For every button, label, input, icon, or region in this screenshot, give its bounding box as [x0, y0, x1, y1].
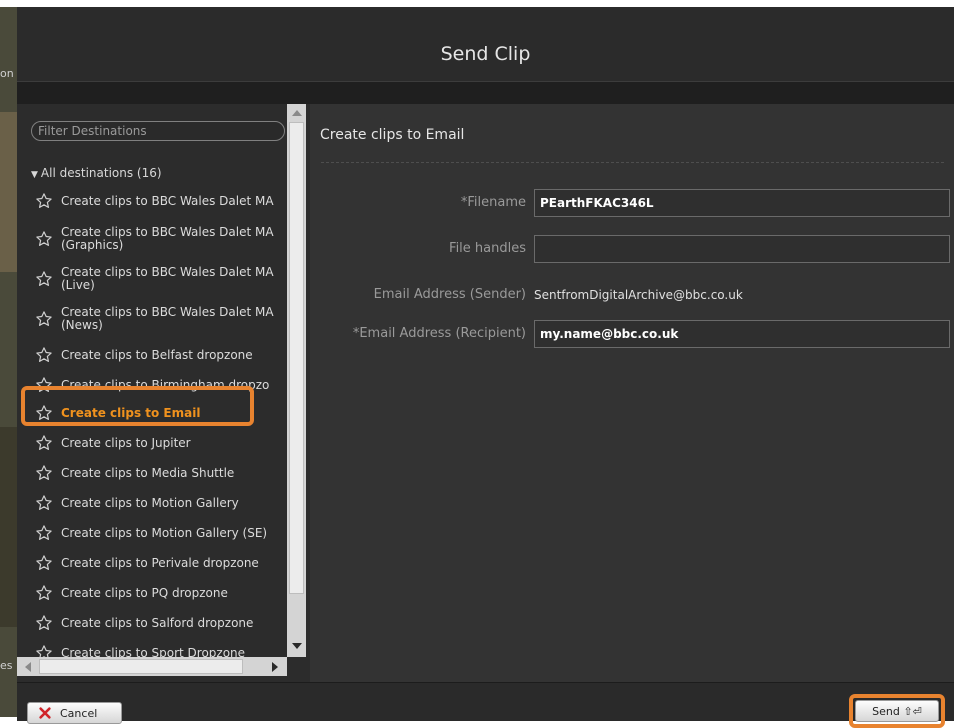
background-app-area: on es — [0, 7, 17, 717]
destination-item[interactable]: Create clips to BBC Wales Dalet MA (Grap… — [35, 222, 287, 256]
scrollbar-thumb[interactable] — [39, 659, 243, 674]
cancel-label: Cancel — [60, 706, 98, 720]
scroll-down-arrow-icon[interactable] — [292, 643, 302, 649]
destination-label: Create clips to BBC Wales Dalet MA (News… — [61, 306, 274, 332]
send-button[interactable]: Send ⇧⏎ — [855, 700, 939, 722]
star-icon[interactable] — [35, 310, 53, 328]
scroll-up-arrow-icon[interactable] — [292, 110, 302, 116]
destinations-panel: Filter Destinations ▼ All destinations (1… — [17, 104, 306, 682]
dialog-title: Send Clip — [440, 43, 531, 65]
destination-label: Create clips to Sport Dropzone — [61, 646, 246, 658]
destination-item[interactable]: Create clips to Jupiter — [35, 429, 287, 457]
destination-form-panel: Create clips to Email *Filename PEarthFK… — [310, 104, 954, 682]
destination-item[interactable]: Create clips to BBC Wales Dalet MA — [35, 186, 287, 216]
star-icon[interactable] — [35, 230, 53, 248]
cancel-button[interactable]: Cancel — [27, 702, 122, 724]
star-icon[interactable] — [35, 434, 53, 452]
background-photo — [0, 112, 17, 272]
scroll-left-arrow-icon[interactable] — [25, 662, 31, 672]
toolbar-strip — [17, 82, 954, 104]
star-icon[interactable] — [35, 192, 53, 210]
send-clip-dialog: Send Clip Filter Destinations ▼ All desti… — [17, 7, 954, 728]
background-photo — [0, 427, 17, 627]
destination-label: Create clips to Salford dropzone — [61, 616, 254, 630]
filename-label: *Filename — [460, 195, 526, 210]
destination-label: Create clips to PQ dropzone — [61, 586, 228, 600]
destination-item[interactable]: Create clips to BBC Wales Dalet MA (Live… — [35, 262, 287, 296]
sender-email-value: SentfromDigitalArchive@bbc.co.uk — [534, 288, 743, 302]
destination-label: Create clips to Motion Gallery — [61, 496, 239, 510]
star-icon[interactable] — [35, 644, 53, 657]
star-icon[interactable] — [35, 346, 53, 364]
star-icon[interactable] — [35, 614, 53, 632]
destination-item[interactable]: Create clips to Media Shuttle — [35, 459, 287, 487]
destination-label: Create clips to BBC Wales Dalet MA (Grap… — [61, 226, 274, 252]
destination-item[interactable]: Create clips to Sport Dropzone — [35, 639, 287, 657]
destination-label: Create clips to Belfast dropzone — [61, 348, 253, 362]
destination-item[interactable]: Create clips to Salford dropzone — [35, 609, 287, 637]
star-icon[interactable] — [35, 524, 53, 542]
background-text: es — [0, 659, 13, 672]
destination-item[interactable]: Create clips to PQ dropzone — [35, 579, 287, 607]
recipient-email-label: *Email Address (Recipient) — [352, 326, 526, 341]
filter-destinations-input[interactable]: Filter Destinations — [31, 121, 285, 141]
destination-item[interactable]: Create clips to BBC Wales Dalet MA (News… — [35, 302, 287, 336]
background-text: on — [0, 67, 14, 80]
star-icon[interactable] — [35, 270, 53, 288]
destination-label: Create clips to BBC Wales Dalet MA — [61, 194, 274, 208]
destination-item[interactable]: Create clips to Belfast dropzone — [35, 341, 287, 369]
dialog-footer: Cancel Send ⇧⏎ — [17, 682, 954, 728]
scrollbar-thumb[interactable] — [289, 122, 304, 594]
file-handles-label: File handles — [449, 241, 526, 256]
selection-highlight-box — [21, 386, 254, 426]
scroll-right-arrow-icon[interactable] — [272, 662, 278, 672]
destination-label: Create clips to Media Shuttle — [61, 466, 235, 480]
sender-email-label: Email Address (Sender) — [373, 287, 526, 302]
destination-label: Create clips to Perivale dropzone — [61, 556, 259, 570]
star-icon[interactable] — [35, 584, 53, 602]
all-destinations-label: All destinations (16) — [40, 166, 162, 180]
recipient-email-field[interactable]: my.name@bbc.co.uk — [534, 320, 950, 348]
divider — [321, 162, 944, 163]
horizontal-scrollbar[interactable] — [17, 657, 287, 676]
file-handles-field[interactable] — [534, 235, 950, 263]
destination-label: Create clips to BBC Wales Dalet MA (Live… — [61, 266, 274, 292]
destination-label: Create clips to Motion Gallery (SE) — [61, 526, 268, 540]
section-title: Create clips to Email — [320, 127, 465, 143]
vertical-scrollbar[interactable] — [287, 104, 306, 657]
destination-item[interactable]: Create clips to Motion Gallery (SE) — [35, 519, 287, 547]
dialog-title-bar: Send Clip — [17, 7, 954, 82]
destination-item[interactable]: Create clips to Motion Gallery — [35, 489, 287, 517]
filename-field[interactable]: PEarthFKAC346L — [534, 189, 950, 217]
destination-item[interactable]: Create clips to Perivale dropzone — [35, 549, 287, 577]
all-destinations-node[interactable]: ▼ All destinations (16) — [31, 166, 162, 180]
close-icon — [39, 707, 51, 719]
expand-triangle-icon[interactable]: ▼ — [31, 170, 38, 180]
destination-label: Create clips to Jupiter — [61, 436, 191, 450]
star-icon[interactable] — [35, 554, 53, 572]
send-label: Send ⇧⏎ — [872, 704, 922, 718]
star-icon[interactable] — [35, 494, 53, 512]
star-icon[interactable] — [35, 464, 53, 482]
